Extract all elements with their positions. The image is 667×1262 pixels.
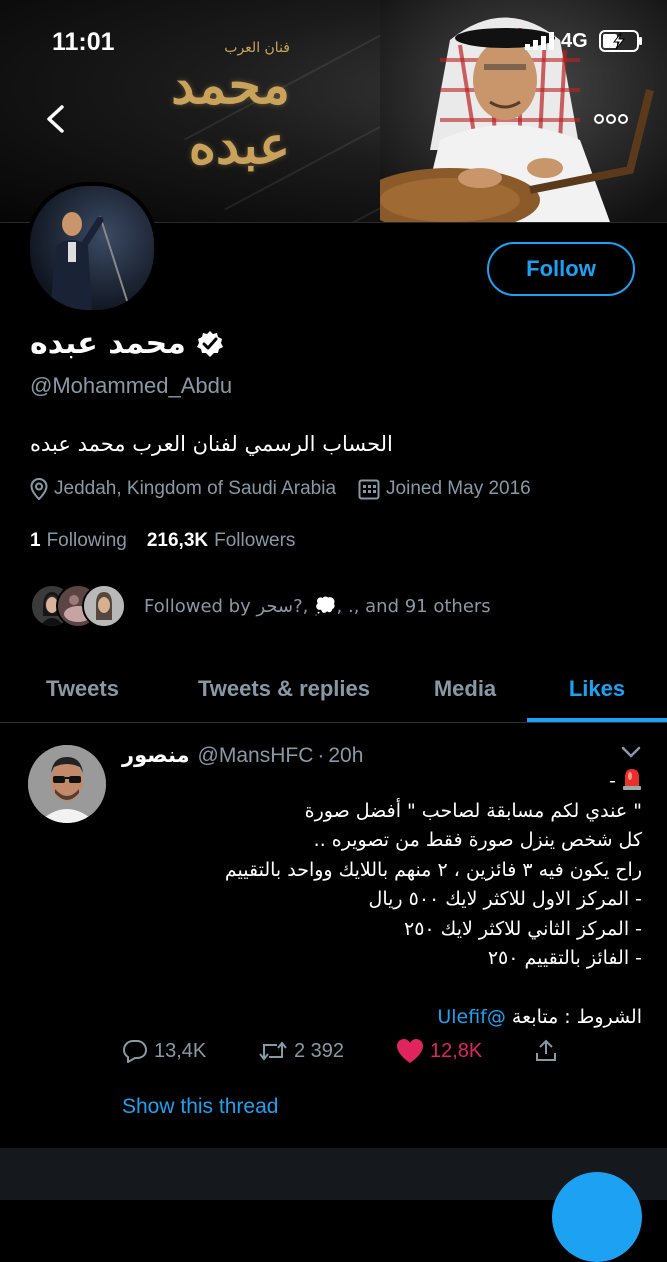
more-options-button[interactable] — [585, 96, 637, 142]
profile-name: محمد عبده — [30, 326, 186, 361]
tweet-line: " عندي لكم مسابقة لصاحب " أفضل صورة — [304, 799, 642, 822]
tweet-author-handle: @MansHFC — [197, 744, 314, 767]
show-thread-link[interactable]: Show this thread — [122, 1095, 278, 1119]
tweet-line-text: - — [609, 770, 616, 792]
profile-bio: الحساب الرسمي لفنان العرب محمد عبده — [30, 432, 393, 456]
tweet-conditions-line: الشروط : متابعة @Ulefif — [122, 1003, 642, 1033]
tweet-line: - الفائز بالتقييم ٢٥٠ — [487, 947, 642, 969]
battery-icon — [599, 30, 643, 57]
tweet-line: - المركز الاول للاكثر لايك ٥٠٠ ريال — [368, 888, 642, 910]
tweet-menu-button[interactable] — [620, 745, 642, 764]
followers-count-link[interactable]: 216,3K Followers — [147, 530, 296, 552]
tweet-card[interactable]: منصور @MansHFC · 20h - " عندي لكم مسابقة… — [0, 723, 667, 1150]
followed-by-text: Followed by سحر?, 💭, ., and 91 others — [144, 595, 491, 617]
tab-likes[interactable]: Likes — [527, 656, 667, 722]
follow-button[interactable]: Follow — [487, 242, 635, 296]
profile-meta: Jeddah, Kingdom of Saudi Arabia Joined M… — [30, 478, 553, 500]
following-label: Following — [46, 530, 127, 551]
following-count-link[interactable]: 1 Following — [30, 530, 127, 552]
share-icon — [536, 1039, 556, 1061]
network-type: 4G — [561, 30, 588, 52]
separator-dot: · — [317, 744, 325, 767]
profile-location: Jeddah, Kingdom of Saudi Arabia — [30, 478, 336, 500]
status-bar: 11:01 4G — [0, 0, 667, 80]
reply-icon — [123, 1040, 147, 1063]
siren-icon — [623, 769, 641, 790]
tab-tweets[interactable]: Tweets — [0, 656, 165, 722]
tweet-header: منصور @MansHFC · 20h — [122, 743, 363, 768]
tab-media[interactable]: Media — [403, 656, 527, 722]
tweet-author-avatar[interactable] — [28, 745, 106, 823]
joined-text: Joined May 2016 — [386, 478, 531, 499]
status-time: 11:01 — [52, 28, 115, 56]
following-count: 1 — [30, 530, 41, 551]
back-button[interactable] — [32, 96, 78, 142]
profile-name-row: محمد عبده — [30, 326, 224, 361]
profile-joined: Joined May 2016 — [358, 478, 531, 500]
calendar-icon — [358, 478, 380, 500]
chevron-down-icon — [621, 746, 641, 758]
reply-count: 13,4K — [154, 1039, 207, 1062]
profile-handle: @Mohammed_Abdu — [30, 373, 233, 398]
profile-avatar[interactable] — [26, 182, 158, 314]
location-pin-icon — [30, 478, 48, 500]
like-count: 12,8K — [430, 1039, 483, 1062]
cell-signal-icon — [525, 32, 555, 55]
tweet-time: 20h — [328, 744, 364, 767]
followed-by-row[interactable]: Followed by سحر?, 💭, ., and 91 others — [30, 584, 491, 628]
reply-button[interactable]: 13,4K — [122, 1039, 206, 1063]
tweet-text: - " عندي لكم مسابقة لصاحب " أفضل صورة كل… — [122, 767, 642, 1032]
tweet-line: كل شخص ينزل صورة فقط من تصويره .. — [313, 829, 642, 851]
tweet-line: - المركز الثاني للاكثر لايك ٢٥٠ — [404, 917, 642, 940]
retweet-button[interactable]: 2 392 — [258, 1040, 344, 1063]
tweet-author-name[interactable]: منصور — [122, 743, 190, 767]
heart-filled-icon — [397, 1039, 423, 1063]
tweet-line: - — [122, 767, 642, 797]
location-text: Jeddah, Kingdom of Saudi Arabia — [54, 478, 337, 499]
compose-tweet-button[interactable] — [552, 1172, 642, 1262]
tab-tweets-replies[interactable]: Tweets & replies — [165, 656, 403, 722]
follow-counts: 1 Following 216,3K Followers — [30, 530, 315, 552]
mention-link[interactable]: @Ulefif — [437, 1006, 506, 1028]
profile-tabs: Tweets Tweets & replies Media Likes — [0, 656, 667, 723]
followers-label: Followers — [214, 530, 296, 551]
share-button[interactable] — [534, 1039, 558, 1063]
chevron-left-icon — [47, 105, 64, 133]
verified-badge-icon — [196, 330, 223, 357]
tweet-line: راح يكون فيه ٣ فائزين ، ٢ منهم باللايك و… — [224, 858, 642, 881]
followers-count: 216,3K — [146, 530, 209, 551]
like-button[interactable]: 12,8K — [396, 1038, 482, 1064]
follower-avatar — [82, 584, 126, 628]
more-dots-icon — [594, 114, 628, 124]
active-tab-indicator — [527, 718, 667, 722]
conditions-label: الشروط : متابعة — [511, 1005, 642, 1028]
retweet-count: 2 392 — [294, 1039, 345, 1062]
retweet-icon — [259, 1041, 287, 1061]
